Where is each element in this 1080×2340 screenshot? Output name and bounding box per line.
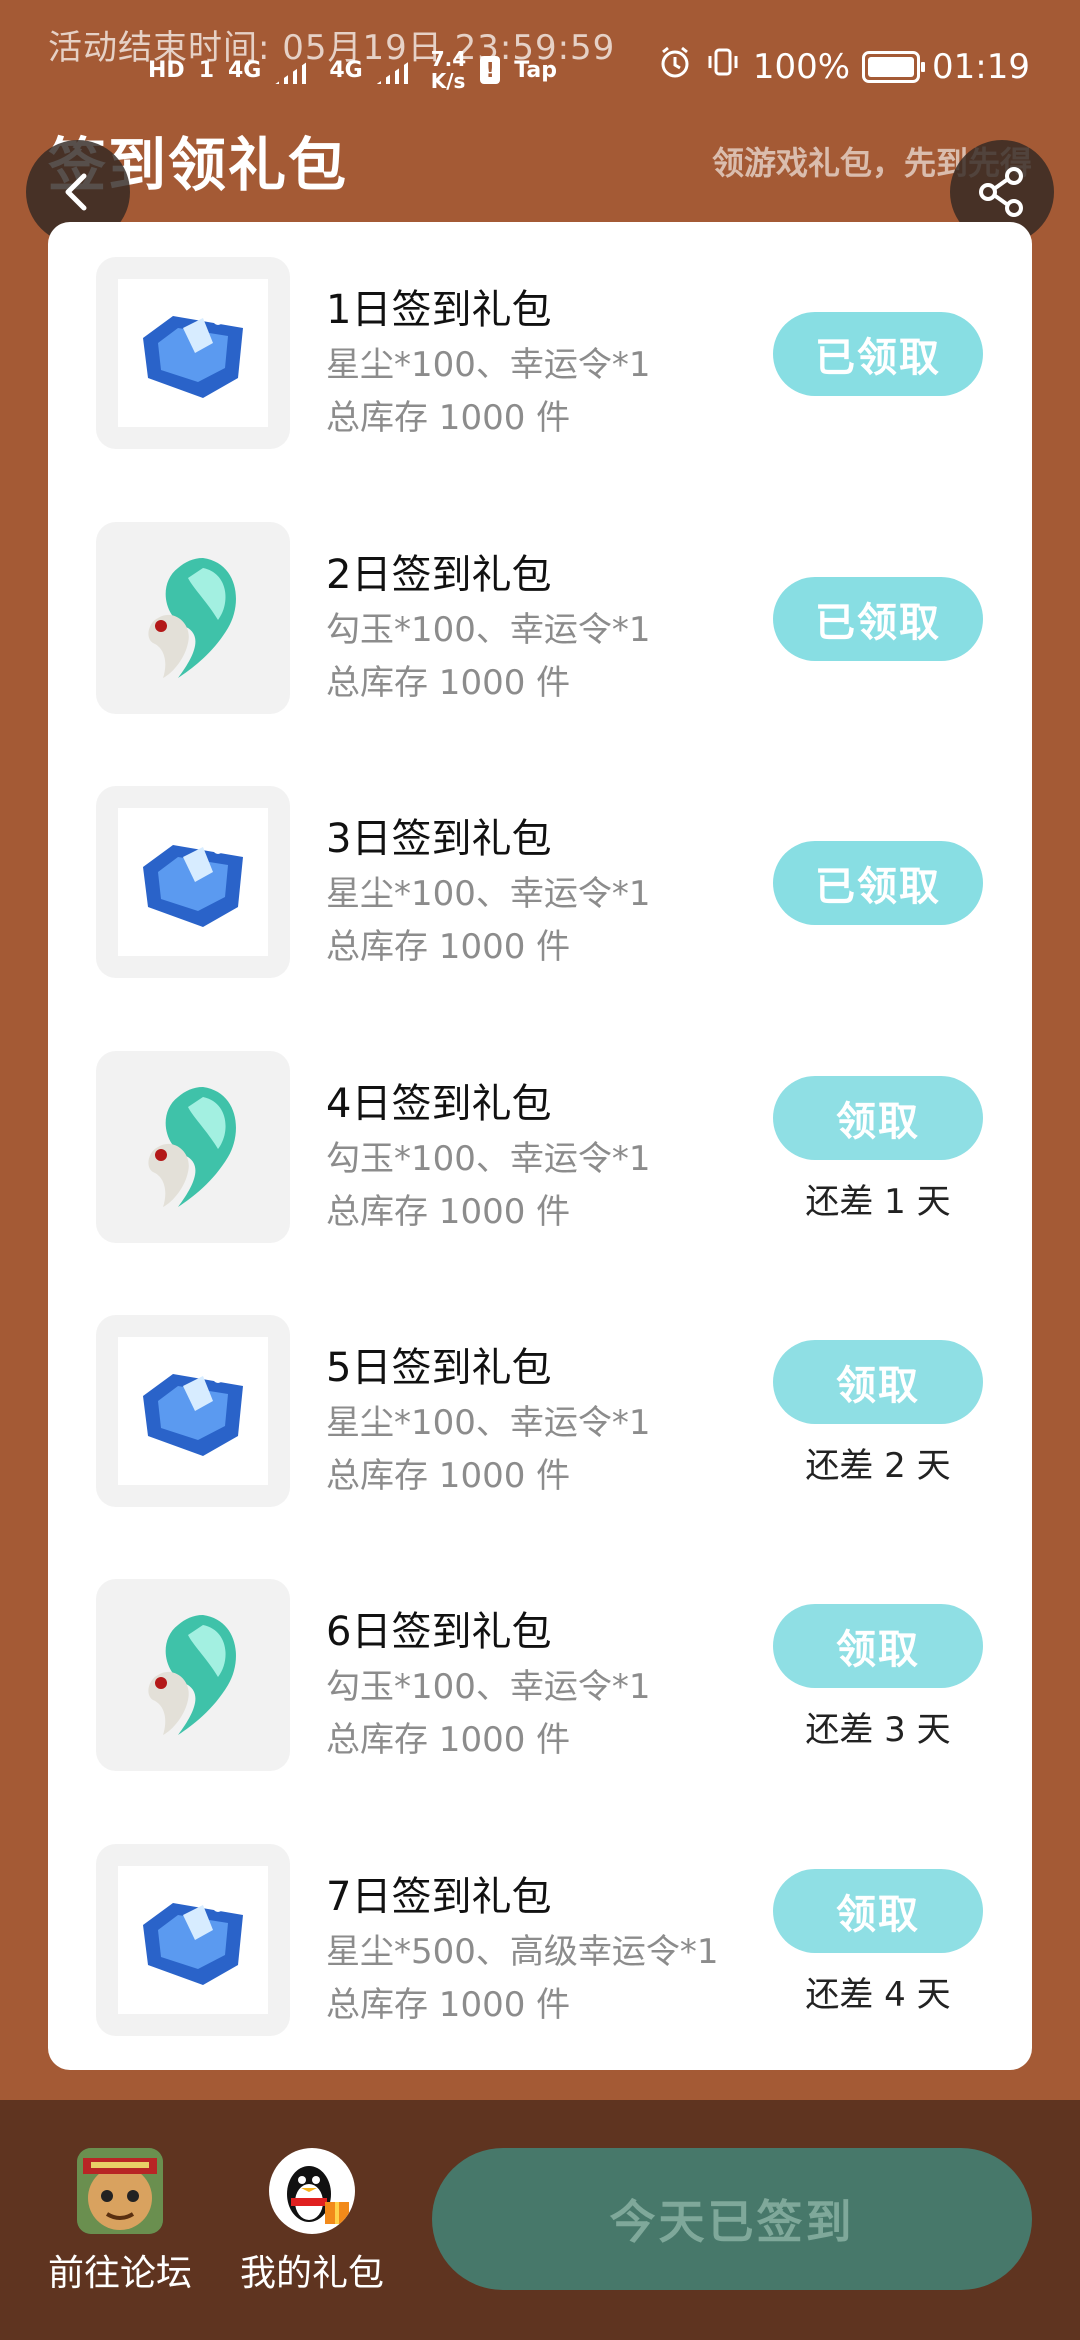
gift-row-7: 7日签到礼包 星尘*500、高级幸运令*1 总库存 1000 件 领取 还差 4… bbox=[48, 1809, 1032, 2036]
gift-title: 3日签到礼包 bbox=[326, 816, 552, 862]
gift-thumbnail bbox=[96, 1051, 290, 1243]
my-gifts-nav-button[interactable]: 我的礼包 bbox=[232, 2148, 392, 2296]
alarm-icon bbox=[657, 44, 693, 89]
gift-items: 星尘*100、幸运令*1 bbox=[326, 874, 651, 914]
days-remaining: 还差 1 天 bbox=[805, 1182, 951, 1222]
gift-row-1: 1日签到礼包 星尘*100、幸运令*1 总库存 1000 件 已领取 bbox=[48, 222, 1032, 449]
gift-title: 5日签到礼包 bbox=[326, 1345, 552, 1391]
days-remaining: 还差 3 天 bbox=[805, 1710, 951, 1750]
magatama-jade-icon bbox=[148, 558, 236, 678]
gift-title: 1日签到礼包 bbox=[326, 287, 552, 333]
battery-percent: 100% bbox=[752, 46, 851, 87]
claimed-button[interactable]: 已领取 bbox=[773, 312, 983, 396]
gift-stock: 总库存 1000 件 bbox=[326, 1192, 571, 1232]
gift-row-6: 6日签到礼包 勾玉*100、幸运令*1 总库存 1000 件 领取 还差 3 天 bbox=[48, 1544, 1032, 1771]
gift-items: 勾玉*100、幸运令*1 bbox=[326, 1667, 651, 1707]
gift-stock: 总库存 1000 件 bbox=[326, 1456, 571, 1496]
claimed-button[interactable]: 已领取 bbox=[773, 577, 983, 661]
days-remaining: 还差 4 天 bbox=[805, 1975, 951, 2015]
star-dust-crystal-icon bbox=[143, 1902, 243, 1985]
gift-list-card: 1日签到礼包 星尘*100、幸运令*1 总库存 1000 件 已领取 2日签到礼… bbox=[48, 222, 1032, 2070]
claimed-button[interactable]: 已领取 bbox=[773, 841, 983, 925]
gift-items: 星尘*500、高级幸运令*1 bbox=[326, 1932, 719, 1972]
gift-title: 7日签到礼包 bbox=[326, 1874, 552, 1920]
forum-nav-button[interactable]: 前往论坛 bbox=[40, 2148, 200, 2296]
status-bar: HD 1 4G 4G 7.4 K/s ! Tap 100% 01:19 活动结束… bbox=[0, 28, 1080, 96]
gift-row-3: 3日签到礼包 星尘*100、幸运令*1 总库存 1000 件 已领取 bbox=[48, 751, 1032, 978]
gift-items: 勾玉*100、幸运令*1 bbox=[326, 1139, 651, 1179]
qq-penguin-icon bbox=[269, 2148, 355, 2234]
share-icon bbox=[979, 167, 1023, 217]
gift-stock: 总库存 1000 件 bbox=[326, 1720, 571, 1760]
vibrate-icon bbox=[705, 44, 741, 89]
gift-stock: 总库存 1000 件 bbox=[326, 398, 571, 438]
star-dust-crystal-icon bbox=[143, 315, 243, 398]
checked-in-today-button[interactable]: 今天已签到 bbox=[432, 2148, 1032, 2290]
battery-icon bbox=[862, 50, 926, 83]
gift-thumbnail bbox=[96, 786, 290, 978]
gift-stock: 总库存 1000 件 bbox=[326, 663, 571, 703]
days-remaining: 还差 2 天 bbox=[805, 1446, 951, 1486]
clock: 01:19 bbox=[932, 46, 1030, 87]
gift-row-5: 5日签到礼包 星尘*100、幸运令*1 总库存 1000 件 领取 还差 2 天 bbox=[48, 1280, 1032, 1507]
star-dust-crystal-icon bbox=[143, 844, 243, 927]
claim-button[interactable]: 领取 bbox=[773, 1340, 983, 1424]
gift-stock: 总库存 1000 件 bbox=[326, 1985, 571, 2025]
gift-stock: 总库存 1000 件 bbox=[326, 927, 571, 967]
gift-items: 星尘*100、幸运令*1 bbox=[326, 345, 651, 385]
gift-row-2: 2日签到礼包 勾玉*100、幸运令*1 总库存 1000 件 已领取 bbox=[48, 487, 1032, 714]
game-avatar-icon bbox=[77, 2148, 163, 2234]
gift-title: 4日签到礼包 bbox=[326, 1081, 552, 1127]
activity-end-time: 活动结束时间: 05月19日 23:59:59 bbox=[48, 28, 616, 68]
my-gifts-label: 我的礼包 bbox=[239, 2253, 384, 2294]
claim-button[interactable]: 领取 bbox=[773, 1869, 983, 1953]
status-right: 100% 01:19 bbox=[657, 44, 1030, 89]
gift-row-4: 4日签到礼包 勾玉*100、幸运令*1 总库存 1000 件 领取 还差 1 天 bbox=[48, 1016, 1032, 1243]
gift-thumbnail bbox=[96, 522, 290, 714]
claim-button[interactable]: 领取 bbox=[773, 1076, 983, 1160]
gift-thumbnail bbox=[96, 1315, 290, 1507]
forum-label: 前往论坛 bbox=[47, 2253, 192, 2294]
magatama-jade-icon bbox=[148, 1615, 236, 1735]
gift-title: 6日签到礼包 bbox=[326, 1609, 552, 1655]
gift-items: 勾玉*100、幸运令*1 bbox=[326, 610, 651, 650]
gift-title: 2日签到礼包 bbox=[326, 552, 552, 598]
bottom-bar: 前往论坛 我的礼包 今天已签到 bbox=[0, 2100, 1080, 2340]
magatama-jade-icon bbox=[148, 1087, 236, 1207]
star-dust-crystal-icon bbox=[143, 1373, 243, 1456]
gift-thumbnail bbox=[96, 1579, 290, 1771]
gift-items: 星尘*100、幸运令*1 bbox=[326, 1403, 651, 1443]
chevron-left-icon bbox=[65, 173, 87, 211]
gift-thumbnail bbox=[96, 1844, 290, 2036]
gift-thumbnail bbox=[96, 257, 290, 449]
claim-button[interactable]: 领取 bbox=[773, 1604, 983, 1688]
